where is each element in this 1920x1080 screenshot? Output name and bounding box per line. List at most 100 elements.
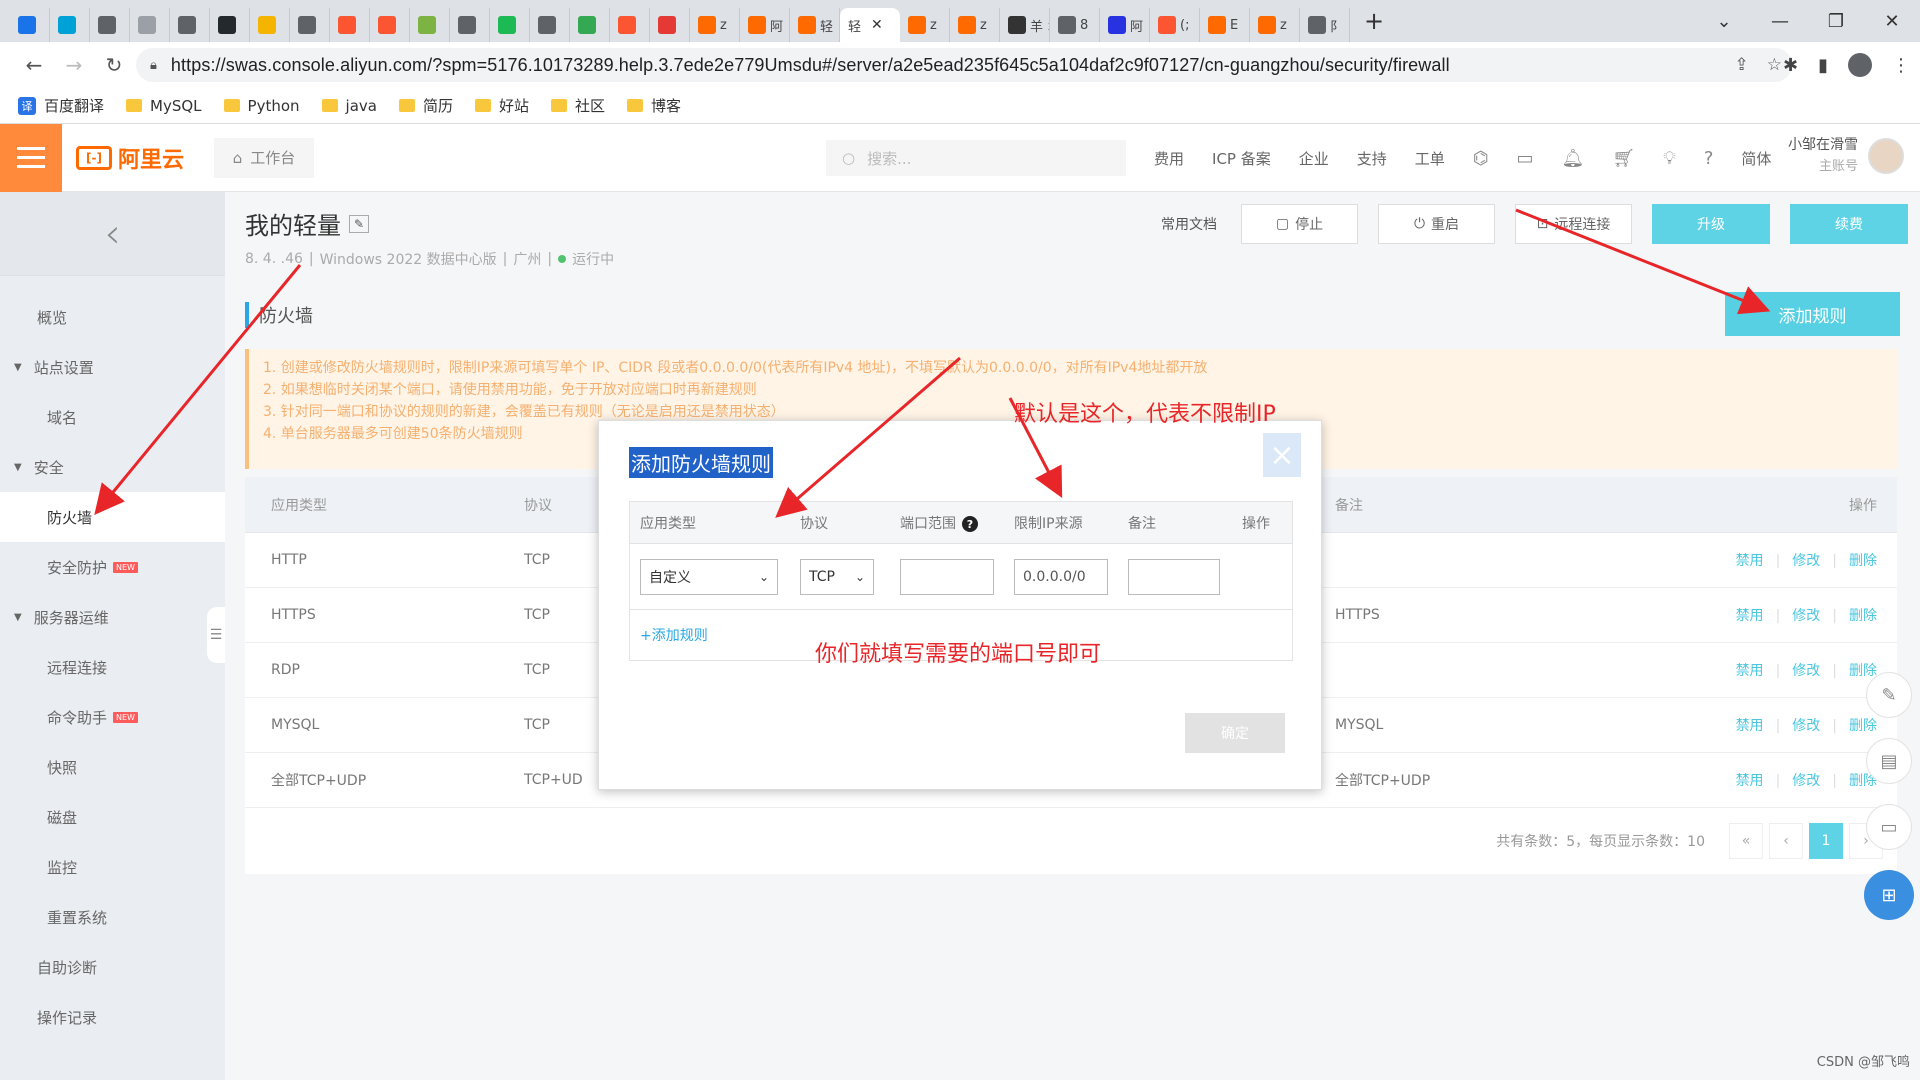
disable-link[interactable]: 禁用 — [1736, 773, 1764, 789]
first-page-button[interactable]: « — [1729, 823, 1763, 859]
docs-link[interactable]: 常用文档 — [1161, 214, 1217, 234]
edit-link[interactable]: 修改 — [1792, 663, 1820, 679]
confirm-button[interactable]: 确定 — [1185, 713, 1285, 753]
menu-toggle-button[interactable] — [0, 123, 62, 192]
renew-button[interactable]: 续费 — [1790, 204, 1908, 244]
browser-tab[interactable]: z — [900, 8, 950, 42]
bookmark-item[interactable]: 社区 — [551, 95, 605, 116]
disable-link[interactable]: 禁用 — [1736, 553, 1764, 569]
sidebar-item[interactable]: ▼ 服务器运维 — [0, 592, 225, 642]
browser-tab[interactable]: 羊 オ — [1000, 8, 1050, 42]
maximize-button[interactable]: ❐ — [1808, 11, 1864, 32]
bookmark-item[interactable]: 好站 — [474, 95, 529, 116]
restart-button[interactable]: ⏻ 重启 — [1378, 204, 1495, 244]
protocol-select[interactable]: TCP ⌄ — [800, 558, 874, 595]
browser-tab[interactable]: 轻 — [790, 8, 840, 42]
browser-tab[interactable] — [90, 8, 130, 42]
sidebar-item[interactable]: 重置系统 — [0, 892, 225, 942]
sidebar-item[interactable]: 命令助手 NEW — [0, 692, 225, 742]
aliyun-logo[interactable]: [-] 阿里云 — [76, 142, 184, 174]
browser-tab[interactable] — [370, 8, 410, 42]
terminal-icon[interactable]: ▭ — [1517, 148, 1534, 169]
back-arrow-icon[interactable]: ‹ — [0, 192, 225, 276]
edit-icon[interactable]: ✎ — [349, 214, 369, 233]
disable-link[interactable]: 禁用 — [1736, 663, 1764, 679]
sidepanel-icon[interactable]: ▮ — [1818, 55, 1828, 76]
extensions-icon[interactable]: ✱ — [1783, 55, 1798, 76]
apps-icon[interactable]: ⊞ — [1864, 870, 1914, 920]
sidebar-collapse-handle[interactable]: ☰ — [207, 607, 225, 663]
nav-icp[interactable]: ICP 备案 — [1212, 148, 1271, 169]
delete-link[interactable]: 删除 — [1849, 553, 1877, 569]
nav-enterprise[interactable]: 企业 — [1299, 148, 1329, 169]
edit-link[interactable]: 修改 — [1792, 608, 1820, 624]
browser-tab[interactable]: z — [1250, 8, 1300, 42]
browser-tab[interactable] — [250, 8, 290, 42]
current-page-button[interactable]: 1 — [1809, 823, 1843, 859]
stop-button[interactable]: ▢ 停止 — [1241, 204, 1358, 244]
tab-search-icon[interactable]: ⌄ — [1696, 11, 1752, 32]
reload-button[interactable]: ↻ — [94, 53, 134, 77]
browser-tab[interactable] — [530, 8, 570, 42]
port-range-input[interactable] — [900, 558, 994, 595]
upgrade-button[interactable]: 升级 — [1652, 204, 1770, 244]
sidebar-item[interactable]: 防火墙 — [0, 492, 225, 542]
close-window-button[interactable]: ✕ — [1864, 11, 1920, 32]
browser-tab[interactable] — [10, 8, 50, 42]
browser-tab[interactable] — [330, 8, 370, 42]
bookmark-star-icon[interactable]: ☆ — [1767, 55, 1782, 75]
browser-tab[interactable] — [410, 8, 450, 42]
edit-link[interactable]: 修改 — [1792, 553, 1820, 569]
bell-icon[interactable]: 🔔︎ — [1562, 148, 1585, 169]
nav-fees[interactable]: 费用 — [1154, 148, 1184, 169]
sidebar-item[interactable]: ▼ 站点设置 — [0, 342, 225, 392]
sidebar-item[interactable]: 安全防护 NEW — [0, 542, 225, 592]
remote-connect-button[interactable]: ⊡ 远程连接 — [1515, 204, 1632, 244]
sidebar-item[interactable]: 自助诊断 — [0, 942, 225, 992]
bookmark-item[interactable]: 博客 — [627, 95, 681, 116]
book-icon[interactable]: ▤ — [1866, 738, 1912, 784]
browser-tab[interactable]: z — [950, 8, 1000, 42]
edit-feedback-icon[interactable]: ✎ — [1866, 672, 1912, 718]
share-icon[interactable]: ⇪ — [1735, 55, 1749, 75]
browser-tab[interactable] — [130, 8, 170, 42]
nav-ticket[interactable]: 工单 — [1415, 148, 1445, 169]
url-text[interactable]: https://swas.console.aliyun.com/?spm=517… — [171, 55, 1450, 76]
add-rule-button[interactable]: 添加规则 — [1725, 292, 1900, 336]
browser-tab[interactable] — [170, 8, 210, 42]
sidebar-item[interactable]: 概览 — [0, 292, 225, 342]
browser-tab[interactable] — [450, 8, 490, 42]
header-search-input[interactable]: ○ 搜索... — [826, 140, 1126, 176]
close-tab-icon[interactable]: ✕ — [871, 17, 883, 33]
note-input[interactable] — [1128, 558, 1220, 595]
edit-link[interactable]: 修改 — [1792, 773, 1820, 789]
nav-support[interactable]: 支持 — [1357, 148, 1387, 169]
app-type-select[interactable]: 自定义 ⌄ — [640, 558, 778, 595]
minimize-button[interactable]: — — [1752, 11, 1808, 32]
browser-tab[interactable] — [290, 8, 330, 42]
lightbulb-icon[interactable]: 💡︎ — [1663, 148, 1676, 169]
profile-avatar[interactable] — [1848, 53, 1872, 77]
url-field[interactable]: 🔒︎ https://swas.console.aliyun.com/?spm=… — [136, 48, 1792, 82]
edit-link[interactable]: 修改 — [1792, 718, 1820, 734]
bookmark-item[interactable]: Python — [223, 97, 300, 115]
browser-tab[interactable]: E — [1200, 8, 1250, 42]
new-tab-button[interactable]: + — [1364, 7, 1384, 35]
sidebar-item[interactable]: 远程连接 — [0, 642, 225, 692]
sidebar-item[interactable]: 域名 — [0, 392, 225, 442]
bookmark-item[interactable]: java — [321, 97, 377, 115]
chat-icon[interactable]: ▭ — [1866, 804, 1912, 850]
user-menu[interactable]: 小邹在滑雪 主账号 — [1788, 134, 1904, 178]
browser-tab[interactable]: 轻 ✕ — [840, 8, 900, 42]
browser-tab[interactable]: 阿 — [1100, 8, 1150, 42]
sidebar-item[interactable]: 操作记录 — [0, 992, 225, 1042]
delete-link[interactable]: 删除 — [1849, 608, 1877, 624]
disable-link[interactable]: 禁用 — [1736, 608, 1764, 624]
forward-button[interactable]: → — [54, 53, 94, 77]
browser-tab[interactable]: 阝 — [1300, 8, 1350, 42]
help-icon[interactable]: ? — [962, 516, 978, 532]
workbench-button[interactable]: ⌂ 工作台 — [214, 137, 315, 178]
user-avatar[interactable] — [1868, 138, 1904, 174]
cart-icon[interactable]: 🛒︎ — [1612, 148, 1635, 169]
help-icon[interactable]: ? — [1704, 148, 1714, 169]
